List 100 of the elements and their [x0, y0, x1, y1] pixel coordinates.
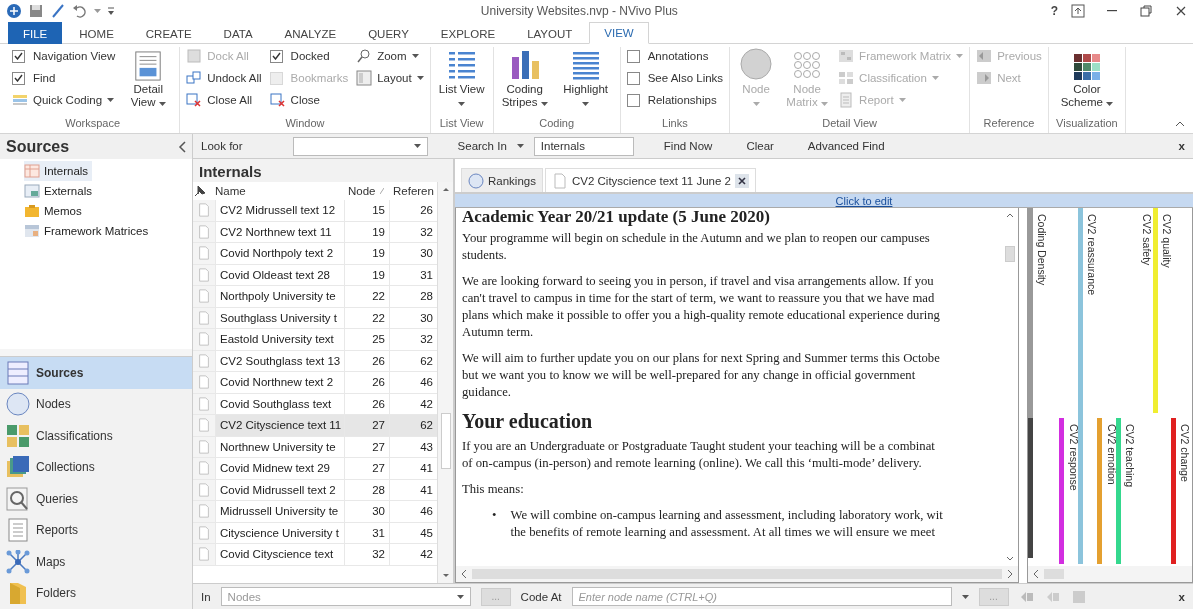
detail-tab[interactable]: Rankings	[461, 168, 543, 192]
scrollbar[interactable]	[1028, 566, 1192, 582]
ribbon-button[interactable]: Coding Stripes	[499, 47, 550, 109]
ribbon-tab[interactable]: FILE	[8, 22, 63, 44]
splitter[interactable]	[0, 349, 192, 357]
click-to-edit-link[interactable]: Click to edit	[835, 194, 893, 207]
tree-item[interactable]: Internals	[24, 161, 93, 181]
caret-icon	[94, 9, 101, 13]
list-row[interactable]: Northpoly University te 22 28	[193, 286, 437, 308]
list-row[interactable]: CV2 Southglass text 13 26 62	[193, 350, 437, 372]
ribbon-tab[interactable]: VIEW	[589, 22, 649, 44]
scroll-left-icon	[460, 569, 468, 579]
list-title: Internals	[198, 162, 263, 182]
search-icon	[6, 486, 30, 511]
list-row[interactable]: Midrussell University te 30 46	[193, 501, 437, 523]
list-row[interactable]: CV2 Northnew text 11 19 32	[193, 221, 437, 243]
tree-item[interactable]: Memos	[24, 201, 86, 221]
navigation-button[interactable]: Sources	[0, 357, 192, 389]
checkbox[interactable]	[269, 49, 283, 63]
circle-icon	[468, 172, 484, 189]
close-icon	[734, 173, 749, 188]
navigation-button[interactable]: Reports	[0, 514, 192, 546]
checkbox[interactable]	[12, 71, 25, 85]
navigation-button[interactable]: Classifications	[0, 420, 192, 452]
checkbox[interactable]	[12, 49, 25, 63]
ribbon-button[interactable]: Detail View	[123, 47, 174, 109]
find-now-button[interactable]: Find Now	[651, 140, 725, 152]
node-name-field[interactable]: Enter node name (CTRL+Q)	[571, 587, 952, 606]
spread-icon	[1070, 588, 1087, 605]
ribbon-tab[interactable]: CREATE	[130, 22, 207, 44]
list-row[interactable]: Covid Midnew text 29 27 41	[193, 458, 437, 480]
ribbon-tab[interactable]: LAYOUT	[512, 22, 588, 44]
checkbox[interactable]	[626, 93, 640, 107]
pane-dismiss-x[interactable]: x	[1178, 140, 1185, 152]
navigation-button[interactable]: Collections	[0, 451, 192, 483]
table-cell: 32	[344, 544, 389, 566]
undo-icon	[72, 3, 88, 19]
list-row[interactable]: Northnew University te 27 43	[193, 436, 437, 458]
scrollbar[interactable]	[456, 566, 1018, 582]
image-table-icon	[24, 183, 40, 199]
navigation-button[interactable]: Nodes	[0, 388, 192, 420]
tree-item[interactable]: Framework Matrices	[24, 221, 153, 241]
navigation-button[interactable]: Maps	[0, 546, 192, 578]
look-for-field[interactable]	[292, 136, 428, 156]
ribbon-button[interactable]: Close	[269, 91, 349, 109]
checkbox[interactable]	[626, 49, 640, 63]
caret-icon	[458, 102, 466, 106]
ribbon-button[interactable]: Close All	[186, 91, 262, 109]
ribbon-button[interactable]: Zoom	[356, 47, 424, 65]
coding-stripe[interactable]	[1097, 418, 1102, 564]
navigation-button[interactable]: Queries	[0, 483, 192, 515]
search-in-field[interactable]: Internals	[533, 136, 634, 156]
column-header[interactable]: Referen	[389, 185, 437, 197]
coding-stripe[interactable]	[1171, 418, 1176, 564]
coding-stripe[interactable]	[1059, 418, 1064, 564]
list-row[interactable]: Covid Midrussell text 2 28 41	[193, 479, 437, 501]
paragraph: This means:	[462, 481, 525, 498]
checkbox[interactable]	[626, 71, 640, 85]
ribbon-tab[interactable]: ANALYZE	[269, 22, 352, 44]
scrollbar[interactable]	[437, 182, 453, 583]
navigation-button[interactable]: Folders	[0, 577, 192, 609]
ribbon-tab[interactable]: HOME	[64, 22, 129, 44]
caret-icon	[582, 102, 590, 106]
coding-stripe[interactable]	[1116, 418, 1121, 564]
list-row[interactable]: Cityscience University t 31 45	[193, 522, 437, 544]
document-icon	[197, 331, 211, 348]
scrollbar-thumb[interactable]	[440, 413, 451, 469]
ribbon-button[interactable]: List View	[436, 47, 487, 109]
restore-icon	[1139, 4, 1153, 18]
coding-stripe[interactable]	[1153, 208, 1158, 413]
ribbon-button[interactable]: Quick Coding	[12, 91, 116, 109]
ribbon-button[interactable]: Highlight	[557, 47, 614, 109]
list-row[interactable]: CV2 Cityscience text 11 27 62	[193, 415, 437, 437]
help-button[interactable]: ?	[1043, 4, 1065, 18]
pane-dismiss-x[interactable]: x	[1178, 590, 1185, 603]
column-header[interactable]: Node	[344, 185, 389, 197]
ribbon-tab[interactable]: DATA	[208, 22, 268, 44]
ribbon-button[interactable]: Undock All	[186, 69, 262, 87]
ribbon-tab[interactable]: QUERY	[353, 22, 424, 44]
caret-icon	[540, 102, 548, 106]
detail-tab[interactable]: CV2 Cityscience text 11 June 2	[544, 168, 756, 192]
list-row[interactable]: Covid Oldeast text 28 19 31	[193, 264, 437, 286]
list-row[interactable]: Eastold University text 25 32	[193, 329, 437, 351]
caret-icon	[107, 98, 115, 102]
ribbon-button[interactable]: Color Scheme	[1054, 47, 1119, 109]
list-row[interactable]: CV2 Midrussell text 12 15 26	[193, 200, 437, 222]
list-row[interactable]: Covid Cityscience text 32 42	[193, 544, 437, 566]
ribbon-button[interactable]: Layout	[356, 69, 424, 87]
scrollbar-thumb[interactable]	[1005, 246, 1015, 262]
column-header[interactable]: Name	[211, 185, 344, 197]
ribbon-tab[interactable]: EXPLORE	[425, 22, 511, 44]
advanced-find-button[interactable]: Advanced Find	[795, 140, 897, 152]
coding-stripe[interactable]	[1078, 208, 1083, 564]
list-row[interactable]: Covid Northpoly text 2 19 30	[193, 243, 437, 265]
list-row[interactable]: Southglass University t 22 30	[193, 307, 437, 329]
list-row[interactable]: Covid Southglass text 26 42	[193, 393, 437, 415]
clear-button[interactable]: Clear	[734, 140, 786, 152]
list-row[interactable]: Covid Northnew text 2 26 46	[193, 372, 437, 394]
tree-item[interactable]: Externals	[24, 181, 96, 201]
caret-icon	[413, 144, 421, 148]
